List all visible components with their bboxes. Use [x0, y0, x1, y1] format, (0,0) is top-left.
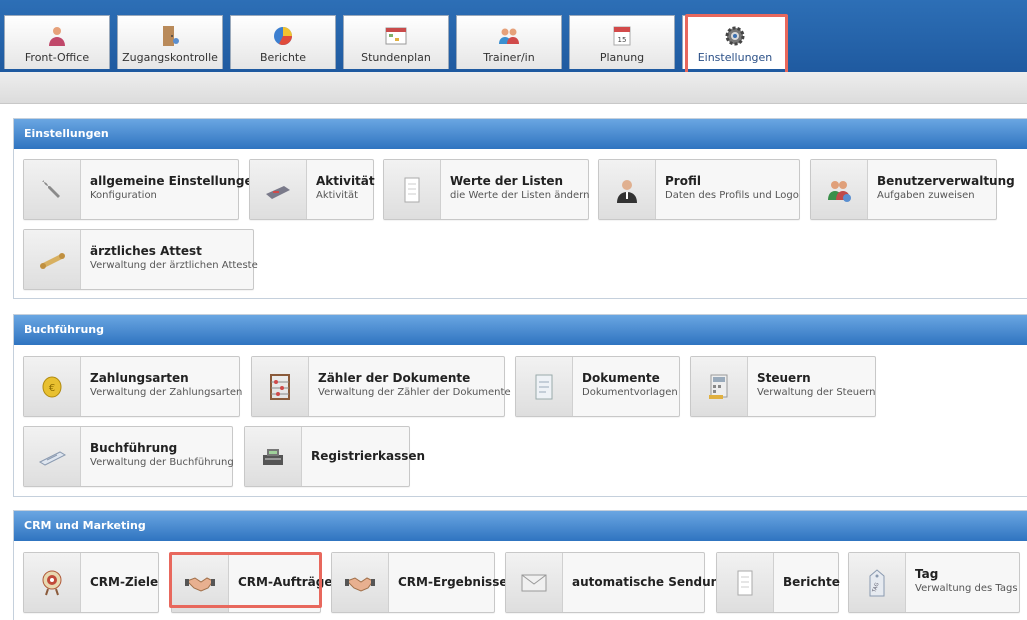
card-title: Benutzerverwaltung — [877, 174, 1015, 188]
schedule-icon — [385, 27, 407, 45]
envelope-icon — [521, 574, 547, 591]
card-crm-ziele[interactable]: CRM-Ziele — [23, 552, 159, 613]
card-berichte[interactable]: Berichte — [716, 552, 840, 613]
main-tab-bar: Front-Office Zugangskontrolle Berichte S… — [0, 0, 1027, 72]
users-icon — [828, 180, 851, 202]
document-icon — [535, 374, 553, 399]
card-subtitle: Verwaltung der Buchführung — [90, 457, 234, 468]
card-title: Zähler der Dokumente — [318, 371, 471, 385]
tab-label: Front-Office — [24, 51, 90, 64]
tab-label: Stundenplan — [361, 51, 431, 64]
section-title: CRM und Marketing — [14, 511, 1027, 541]
card-zaehler-der-dokumente[interactable]: Zähler der Dokumente Verwaltung der Zähl… — [251, 356, 511, 417]
card-crm-ergebnisse[interactable]: CRM-Ergebnisse — [331, 552, 507, 613]
gear-icon — [725, 26, 745, 46]
handshake-icon — [345, 576, 375, 592]
tab-berichte[interactable]: Berichte — [230, 15, 336, 69]
card-aktivitaet[interactable]: Aktivität Aktivität — [249, 159, 375, 220]
card-dokumente[interactable]: Dokumente Dokumentvorlagen — [515, 356, 680, 417]
card-title: Aktivität — [316, 174, 375, 188]
sub-toolbar — [0, 72, 1027, 104]
section-buchfuehrung: Buchführung € Zahlungsarten Verwaltung d… — [13, 314, 1027, 497]
card-subtitle: Verwaltung der Steuern — [757, 387, 876, 398]
card-profil[interactable]: Profil Daten des Profils und Logo — [598, 159, 800, 220]
card-tag[interactable]: TAG Tag Verwaltung des Tags — [848, 552, 1020, 613]
svg-text:15: 15 — [618, 36, 627, 44]
tab-stundenplan[interactable]: Stundenplan — [343, 15, 449, 69]
handshake-icon — [185, 576, 215, 592]
card-title: automatische Sendung — [572, 575, 728, 589]
card-werte-der-listen[interactable]: Werte der Listen die Werte der Listen än… — [383, 159, 589, 220]
card-title: CRM-Aufträge — [238, 575, 333, 589]
card-automatische-sendung[interactable]: automatische Sendung — [505, 552, 728, 613]
ledger-icon — [38, 450, 67, 466]
card-subtitle: Konfiguration — [90, 190, 157, 201]
section-title: Einstellungen — [14, 119, 1027, 149]
tab-zugangskontrolle[interactable]: Zugangskontrolle — [117, 15, 223, 69]
card-title: Zahlungsarten — [90, 371, 189, 385]
card-zahlungsarten[interactable]: € Zahlungsarten Verwaltung der Zahlungsa… — [23, 356, 243, 417]
tab-einstellungen[interactable]: Einstellungen — [682, 15, 788, 69]
card-steuern[interactable]: Steuern Verwaltung der Steuern — [690, 356, 876, 417]
certificate-icon — [40, 252, 65, 269]
card-title: Steuern — [757, 371, 811, 385]
tab-front-office[interactable]: Front-Office — [4, 15, 110, 69]
wrench-icon — [42, 179, 60, 198]
card-subtitle: die Werte der Listen ändern — [450, 190, 590, 201]
door-icon — [163, 26, 179, 46]
card-crm-auftraege[interactable]: CRM-Aufträge — [171, 552, 333, 613]
section-einstellungen: Einstellungen allgemeine Einstellungen K… — [13, 118, 1027, 299]
card-title: Registrierkassen — [311, 449, 426, 463]
tab-planung[interactable]: 15 Planung — [569, 15, 675, 69]
target-icon — [42, 570, 62, 595]
card-title: Werte der Listen — [450, 174, 564, 188]
tab-label: Planung — [599, 51, 645, 64]
card-benutzerverwaltung[interactable]: Benutzerverwaltung Aufgaben zuweisen — [810, 159, 1015, 220]
tab-label: Zugangskontrolle — [122, 51, 218, 64]
tab-label: Berichte — [260, 51, 306, 64]
card-subtitle: Dokumentvorlagen — [582, 387, 678, 398]
card-title: Berichte — [783, 575, 840, 589]
card-buchfuehrung[interactable]: Buchführung Verwaltung der Buchführung — [23, 426, 234, 487]
trainers-icon — [499, 28, 519, 44]
card-title: CRM-Ziele — [90, 575, 159, 589]
card-title: Profil — [665, 174, 701, 188]
card-title: Buchführung — [90, 441, 178, 455]
tab-label: Trainer/in — [483, 51, 535, 64]
calendar-icon: 15 — [613, 26, 631, 46]
card-subtitle: Aktivität — [316, 190, 358, 201]
card-subtitle: Verwaltung der Zahlungsarten — [90, 387, 243, 398]
pie-chart-icon — [274, 27, 292, 45]
section-crm: CRM und Marketing CRM-Ziele CRM-Aufträge… — [13, 510, 1027, 620]
card-title: CRM-Ergebnisse — [398, 575, 508, 589]
tab-trainer[interactable]: Trainer/in — [456, 15, 562, 69]
person-icon — [49, 27, 65, 46]
card-title: Tag — [915, 567, 939, 581]
tag-icon: TAG — [869, 568, 885, 596]
card-title: allgemeine Einstellungen — [90, 174, 262, 188]
report-icon — [737, 570, 753, 595]
svg-text:€: € — [49, 383, 55, 394]
section-title: Buchführung — [14, 315, 1027, 345]
card-subtitle: Verwaltung der Zähler der Dokumente — [318, 387, 511, 398]
card-subtitle: Daten des Profils und Logo — [665, 190, 799, 201]
profile-icon — [617, 179, 637, 203]
card-allgemeine-einstellungen[interactable]: allgemeine Einstellungen Konfiguration — [23, 159, 261, 220]
card-title: Dokumente — [582, 371, 660, 385]
card-subtitle: Aufgaben zuweisen — [877, 190, 975, 201]
card-registrierkassen[interactable]: Registrierkassen — [244, 426, 425, 487]
cash-register-icon — [263, 448, 283, 465]
card-title: ärztliches Attest — [90, 244, 202, 258]
card-subtitle: Verwaltung der ärztlichen Atteste — [90, 260, 258, 271]
card-subtitle: Verwaltung des Tags — [915, 583, 1018, 594]
abacus-icon — [270, 373, 290, 400]
card-aerztliches-attest[interactable]: ärztliches Attest Verwaltung der ärztlic… — [23, 229, 258, 290]
list-values-icon — [404, 177, 420, 202]
tab-label: Einstellungen — [697, 51, 773, 64]
calculator-icon — [709, 374, 728, 399]
activity-icon — [266, 185, 290, 199]
coin-icon: € — [42, 376, 62, 397]
